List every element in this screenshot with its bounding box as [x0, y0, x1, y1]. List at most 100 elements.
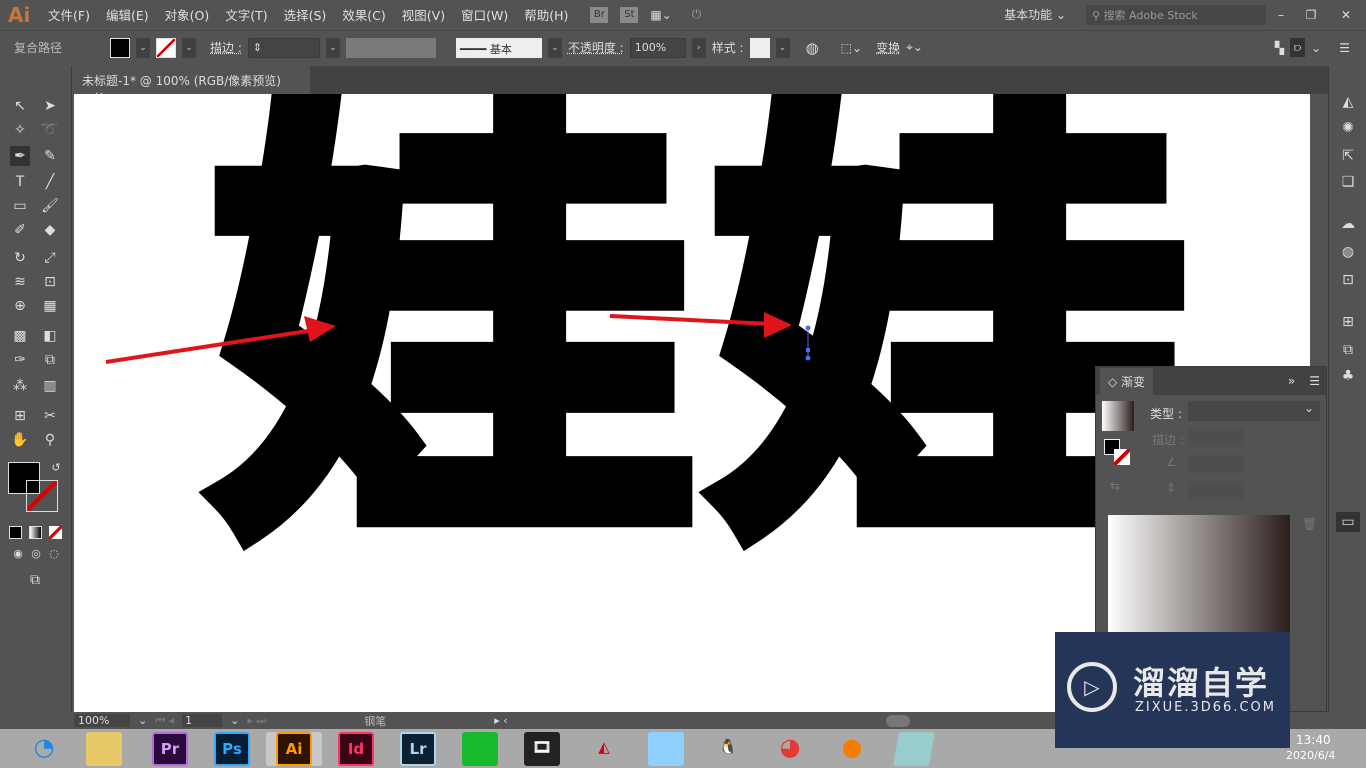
gradient-type-select[interactable]: ⌄ — [1188, 401, 1320, 421]
shaper-tool-icon[interactable]: ✐ — [10, 220, 30, 240]
asset-export-icon[interactable]: ⊡ — [1338, 270, 1358, 290]
minimize-button[interactable]: – — [1266, 8, 1296, 22]
chrome-icon[interactable]: ◕ — [772, 732, 808, 766]
variable-width-profile[interactable] — [345, 37, 436, 58]
graph-tool-icon[interactable]: ▥ — [40, 376, 60, 396]
scale-tool-icon[interactable]: ⤢ — [40, 248, 60, 268]
color-mode-icon[interactable] — [9, 526, 22, 539]
gpu-icon[interactable]: ⏻ — [692, 7, 702, 22]
blend-tool-icon[interactable]: ⧉ — [40, 350, 60, 370]
bridge-button[interactable]: Br — [590, 6, 609, 23]
stock-button[interactable]: St — [620, 6, 639, 23]
pen-tool-icon[interactable]: ✒ — [10, 146, 30, 166]
export-icon[interactable]: ⇱ — [1338, 146, 1358, 166]
first-artboard-button[interactable]: ⏮ ◂ — [155, 714, 174, 728]
selected-path-anchor[interactable] — [805, 325, 811, 361]
next-artboard-button[interactable]: ▸ ⏭ — [247, 714, 266, 728]
symbols-icon[interactable]: ♣ — [1338, 366, 1358, 386]
arrange-icon[interactable]: ⫐ — [1290, 38, 1306, 57]
artboard-tool-icon[interactable]: ⊞ — [10, 406, 30, 426]
qq-icon[interactable]: 🐧 — [710, 732, 746, 766]
symbol-sprayer-tool-icon[interactable]: ⁂ — [10, 376, 30, 396]
stroke-dropdown[interactable]: ⌄ — [182, 37, 196, 58]
document-tab[interactable]: 未标题-1* @ 100% (RGB/像素预览) × — [74, 66, 310, 103]
pathfinder-icon[interactable]: ⧉ — [1338, 340, 1358, 360]
gradient-tab[interactable]: ◇ 渐变 — [1100, 367, 1154, 395]
lasso-tool-icon[interactable]: ➰ — [40, 120, 60, 140]
aspect-ratio-input[interactable] — [1188, 481, 1244, 499]
color-panel-icon[interactable]: ◭ — [1338, 92, 1358, 112]
delete-stop-icon[interactable]: 🗑 — [1302, 517, 1317, 531]
slice-tool-icon[interactable]: ✂ — [40, 406, 60, 426]
indesign-icon[interactable]: Id — [338, 732, 374, 766]
gradient-panel-icon[interactable]: ▭ — [1336, 512, 1360, 532]
shape-builder-tool-icon[interactable]: ⊕ — [10, 296, 30, 316]
video-editor-icon[interactable]: 🎞 — [524, 732, 560, 766]
orange-app-icon[interactable]: ● — [834, 732, 870, 766]
opacity-arrow[interactable]: › — [691, 37, 706, 58]
isolate-icon[interactable]: ⌖⌄ — [906, 40, 923, 55]
stroke-color-box[interactable] — [26, 480, 58, 512]
stroke-color-box[interactable] — [1114, 449, 1130, 465]
gradient-preview-swatch[interactable] — [1102, 401, 1134, 431]
none-mode-icon[interactable] — [49, 526, 62, 539]
style-swatch[interactable] — [749, 37, 770, 58]
swap-colors-icon[interactable]: ↺ — [46, 458, 66, 478]
appearance-icon[interactable]: ◍ — [1338, 242, 1358, 262]
arrange-dropdown[interactable]: ⌄ — [1311, 41, 1321, 55]
clock-date[interactable]: 2020/6/4 — [1286, 749, 1335, 762]
brush-dropdown[interactable]: ⌄ — [547, 37, 562, 58]
draw-normal-icon[interactable]: ◉ — [8, 544, 28, 564]
magic-wand-tool-icon[interactable]: ✧ — [10, 120, 30, 140]
transform-button[interactable]: 变换 — [876, 39, 900, 56]
align-icon[interactable]: ⬚⌄ — [841, 41, 862, 55]
zoom-dropdown[interactable]: ⌄ — [138, 714, 147, 727]
fill-dropdown[interactable]: ⌄ — [136, 37, 150, 58]
menu-list-icon[interactable]: ☰ — [1339, 41, 1350, 55]
brush-definition[interactable]: ━━━━ 基本 — [455, 37, 542, 58]
chat-app-icon[interactable] — [648, 732, 684, 766]
recolor-icon[interactable]: ◍ — [806, 39, 819, 57]
selection-tool-icon[interactable]: ↖ — [10, 96, 30, 116]
stroke-label[interactable]: 描边 : — [210, 39, 242, 56]
free-transform-tool-icon[interactable]: ⊡ — [40, 272, 60, 292]
panel-menu-icon[interactable]: ☰ — [1309, 374, 1320, 388]
stroke-swatch[interactable] — [156, 37, 176, 58]
paintbrush-tool-icon[interactable]: 🖌 — [40, 196, 60, 216]
transform-panel-icon[interactable]: ⊞ — [1338, 312, 1358, 332]
mesh-tool-icon[interactable]: ▩ — [10, 326, 30, 346]
workspace-switcher[interactable]: 基本功能 ⌄ — [1004, 6, 1066, 23]
artboard-dropdown[interactable]: ⌄ — [230, 714, 239, 727]
angle-input[interactable] — [1188, 455, 1244, 473]
curvature-tool-icon[interactable]: ✎ — [40, 146, 60, 166]
reverse-gradient-icon[interactable]: ⇆ — [1110, 479, 1120, 493]
line-tool-icon[interactable]: ╱ — [40, 172, 60, 192]
red-app-icon[interactable]: ◭ — [586, 732, 622, 766]
opacity-input[interactable]: 100% — [629, 37, 686, 58]
warp-tool-icon[interactable]: ≋ — [10, 272, 30, 292]
file-explorer-icon[interactable] — [86, 732, 122, 766]
menu-object[interactable]: 对象(O) — [157, 5, 218, 24]
menu-select[interactable]: 选择(S) — [276, 5, 335, 24]
premiere-icon[interactable]: Pr — [152, 732, 188, 766]
menu-file[interactable]: 文件(F) — [40, 5, 98, 24]
fill-swatch[interactable] — [110, 37, 130, 58]
menu-effect[interactable]: 效果(C) — [334, 5, 393, 24]
type-tool-icon[interactable]: T — [10, 172, 30, 192]
collapse-icon[interactable]: » — [1288, 374, 1295, 388]
menu-view[interactable]: 视图(V) — [394, 5, 453, 24]
menu-edit[interactable]: 编辑(E) — [98, 5, 157, 24]
style-dropdown[interactable]: ⌄ — [775, 37, 790, 58]
zoom-tool-icon[interactable]: ⚲ — [40, 430, 60, 450]
stroke-weight-dropdown[interactable]: ⌄ — [325, 37, 340, 58]
close-button[interactable]: ✕ — [1326, 8, 1366, 22]
layers-icon[interactable]: ❏ — [1338, 172, 1358, 192]
eraser-tool-icon[interactable]: ◆ — [40, 220, 60, 240]
draw-inside-icon[interactable]: ◌ — [44, 544, 64, 564]
browser-icon[interactable]: ◔ — [26, 732, 62, 766]
lightroom-icon[interactable]: Lr — [400, 732, 436, 766]
horizontal-scrollbar[interactable] — [885, 714, 910, 727]
hand-tool-icon[interactable]: ✋ — [10, 430, 30, 450]
menu-help[interactable]: 帮助(H) — [516, 5, 576, 24]
gradient-tool-icon[interactable]: ◧ — [40, 326, 60, 346]
